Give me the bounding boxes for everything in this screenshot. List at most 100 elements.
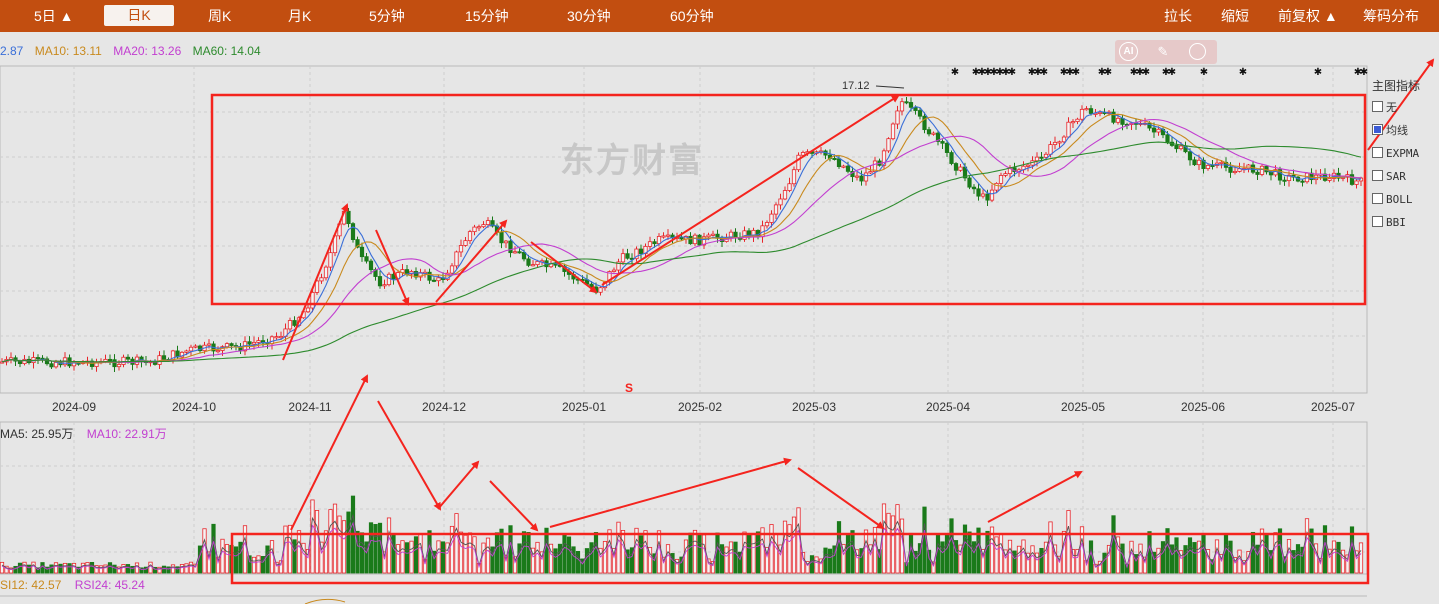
candle-body: [895, 110, 900, 125]
volume-bar: [1138, 543, 1143, 574]
volume-bar: [584, 548, 590, 574]
candle-body: [953, 163, 959, 171]
tab-monthly-k[interactable]: 月K: [288, 0, 311, 32]
volume-bar: [1264, 534, 1269, 574]
volume-bar: [683, 539, 689, 574]
volume-bar: [17, 562, 23, 574]
volume-bar: [80, 562, 86, 574]
volume-bar: [886, 512, 891, 574]
volume-bar: [526, 532, 531, 574]
volume-bar: [1273, 532, 1278, 574]
price-panel: [0, 65, 1368, 394]
indicator-option-bbi[interactable]: BBI: [1372, 211, 1438, 234]
volume-bar: [845, 533, 851, 574]
tab-weekly-k[interactable]: 周K: [208, 0, 231, 32]
tab-5day[interactable]: 5日 ▲: [34, 0, 74, 32]
tab-30min[interactable]: 30分钟: [567, 0, 611, 32]
indicator-option-none[interactable]: 无: [1372, 96, 1438, 119]
volume-bar: [346, 511, 351, 574]
chip-distribution-button[interactable]: 筹码分布: [1363, 0, 1419, 32]
candle-body: [116, 364, 122, 368]
kline-chart[interactable]: 2024-09 2024-10 2024-11 2024-12 2025-01 2025-…: [0, 0, 1439, 604]
volume-bar: [1214, 539, 1220, 574]
volume-bar: [494, 532, 500, 574]
main-indicator-panel: 主图指标 无 均线 EXPMA SAR BOLL BBI: [1372, 76, 1438, 234]
candle-body: [787, 183, 792, 191]
volume-bar: [89, 561, 95, 574]
candle-body: [1075, 118, 1080, 122]
tab-15min[interactable]: 15分钟: [465, 0, 509, 32]
candle-body: [1111, 111, 1116, 123]
volume-bar: [985, 530, 990, 574]
volume-bar: [607, 529, 612, 574]
rsi-line: [304, 598, 346, 604]
volume-bar: [463, 534, 468, 574]
volume-bar: [314, 510, 320, 574]
forward-adjust-dropdown[interactable]: 前复权 ▲: [1278, 0, 1338, 32]
candle-body: [512, 251, 518, 254]
event-marker-icon: ✱: [951, 67, 959, 78]
draw-pen-icon[interactable]: ✎: [1153, 42, 1173, 62]
candle-body: [1259, 165, 1265, 175]
volume-bar: [373, 524, 378, 574]
indicator-label: SAR: [1386, 170, 1406, 183]
volume-bar: [836, 521, 842, 574]
candle-body: [382, 284, 387, 287]
indicator-option-expma[interactable]: EXPMA: [1372, 142, 1438, 165]
shrink-button[interactable]: 缩短: [1221, 0, 1249, 32]
candle-body: [274, 336, 279, 339]
volume-bar: [1336, 541, 1341, 574]
candle-body: [863, 172, 869, 182]
indicator-option-boll[interactable]: BOLL: [1372, 188, 1438, 211]
candle-body: [526, 258, 531, 266]
candle-body: [1048, 144, 1053, 155]
candle-body: [454, 251, 459, 267]
candle-body: [904, 101, 909, 104]
candle-body: [985, 193, 990, 201]
candle-body: [656, 236, 662, 245]
volume-bar: [895, 504, 900, 574]
volume-bar: [553, 548, 558, 574]
candle-body: [782, 190, 788, 200]
candle-body: [611, 269, 617, 272]
candle-body: [661, 235, 666, 238]
indicator-option-ma[interactable]: 均线: [1372, 119, 1438, 142]
candle-body: [188, 346, 194, 352]
candle-body: [1043, 153, 1049, 158]
tab-60min[interactable]: 60分钟: [670, 0, 714, 32]
volume-bar: [485, 537, 491, 574]
x-tick-label: 2024-10: [172, 400, 216, 414]
volume-bar: [98, 565, 104, 574]
candle-body: [958, 166, 963, 171]
volume-bar: [436, 540, 441, 574]
volume-bar: [31, 561, 36, 574]
volume-bar: [184, 563, 189, 574]
x-tick-label: 2025-02: [678, 400, 722, 414]
tab-daily-k[interactable]: 日K: [104, 5, 174, 26]
volume-bar: [850, 530, 855, 574]
candle-body: [652, 241, 657, 245]
candle-body: [868, 171, 873, 174]
x-tick-label: 2025-04: [926, 400, 970, 414]
candle-body: [836, 158, 842, 167]
candle-body: [1205, 164, 1211, 169]
indicator-option-sar[interactable]: SAR: [1372, 165, 1438, 188]
ai-icon[interactable]: AI: [1119, 42, 1138, 61]
volume-bar: [827, 548, 833, 574]
volume-bar: [328, 509, 333, 574]
volume-bar: [467, 532, 473, 574]
candle-body: [1196, 159, 1202, 166]
volume-bar: [341, 520, 347, 574]
magnifier-icon[interactable]: [1189, 43, 1206, 60]
volume-bar: [1259, 528, 1265, 574]
volume-bar: [962, 524, 968, 574]
volume-bar: [967, 531, 972, 574]
vol-ma10-value: MA10: 22.91万: [86, 427, 167, 441]
candle-body: [1052, 141, 1058, 145]
tab-5min[interactable]: 5分钟: [369, 0, 405, 32]
stretch-button[interactable]: 拉长: [1164, 0, 1192, 32]
candle-body: [251, 341, 257, 345]
volume-bar: [1331, 540, 1337, 574]
candle-body: [463, 240, 468, 246]
volume-bar: [71, 562, 77, 574]
